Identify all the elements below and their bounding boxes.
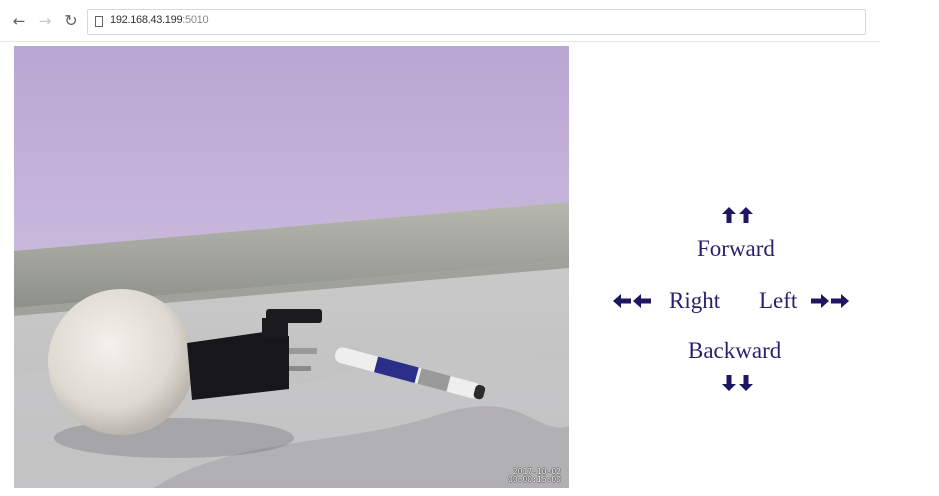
backward-label[interactable]: Backward bbox=[688, 338, 781, 364]
up-arrow-icon[interactable] bbox=[739, 207, 753, 223]
left-arrow-icon[interactable] bbox=[633, 294, 651, 308]
right-arrow-icon[interactable] bbox=[811, 294, 829, 308]
right-arrow-icon[interactable] bbox=[831, 294, 849, 308]
url-port: :5010 bbox=[182, 14, 209, 26]
down-arrow-icon[interactable] bbox=[722, 375, 736, 391]
camera-stream-image bbox=[14, 46, 569, 488]
up-arrow-icon[interactable] bbox=[722, 207, 736, 223]
url-text[interactable]: 192.168.43.199:5010 bbox=[110, 14, 209, 26]
camera-stream: 2017-10-02 00:00:15:00 bbox=[14, 46, 569, 488]
toolbar-divider bbox=[0, 41, 880, 42]
reload-icon[interactable]: ↻ bbox=[62, 10, 80, 32]
right-label[interactable]: Right bbox=[669, 288, 720, 314]
timestamp-time: 00:00:15:00 bbox=[508, 475, 561, 484]
forward-label[interactable]: Forward bbox=[697, 236, 775, 262]
left-arrow-icon[interactable] bbox=[613, 294, 631, 308]
forward-arrow-icon[interactable]: → bbox=[36, 10, 54, 32]
camera-timestamp: 2017-10-02 00:00:15:00 bbox=[508, 468, 561, 484]
direction-controls: Forward Right Left Backward bbox=[585, 195, 915, 405]
left-label[interactable]: Left bbox=[759, 288, 797, 314]
browser-toolbar: ← → ↻ 192.168.43.199:5010 bbox=[0, 0, 939, 42]
url-host: 192.168.43.199 bbox=[110, 14, 183, 26]
down-arrow-icon[interactable] bbox=[739, 375, 753, 391]
back-arrow-icon[interactable]: ← bbox=[10, 10, 28, 32]
page-icon bbox=[95, 16, 103, 27]
address-bar[interactable]: 192.168.43.199:5010 bbox=[87, 9, 866, 35]
